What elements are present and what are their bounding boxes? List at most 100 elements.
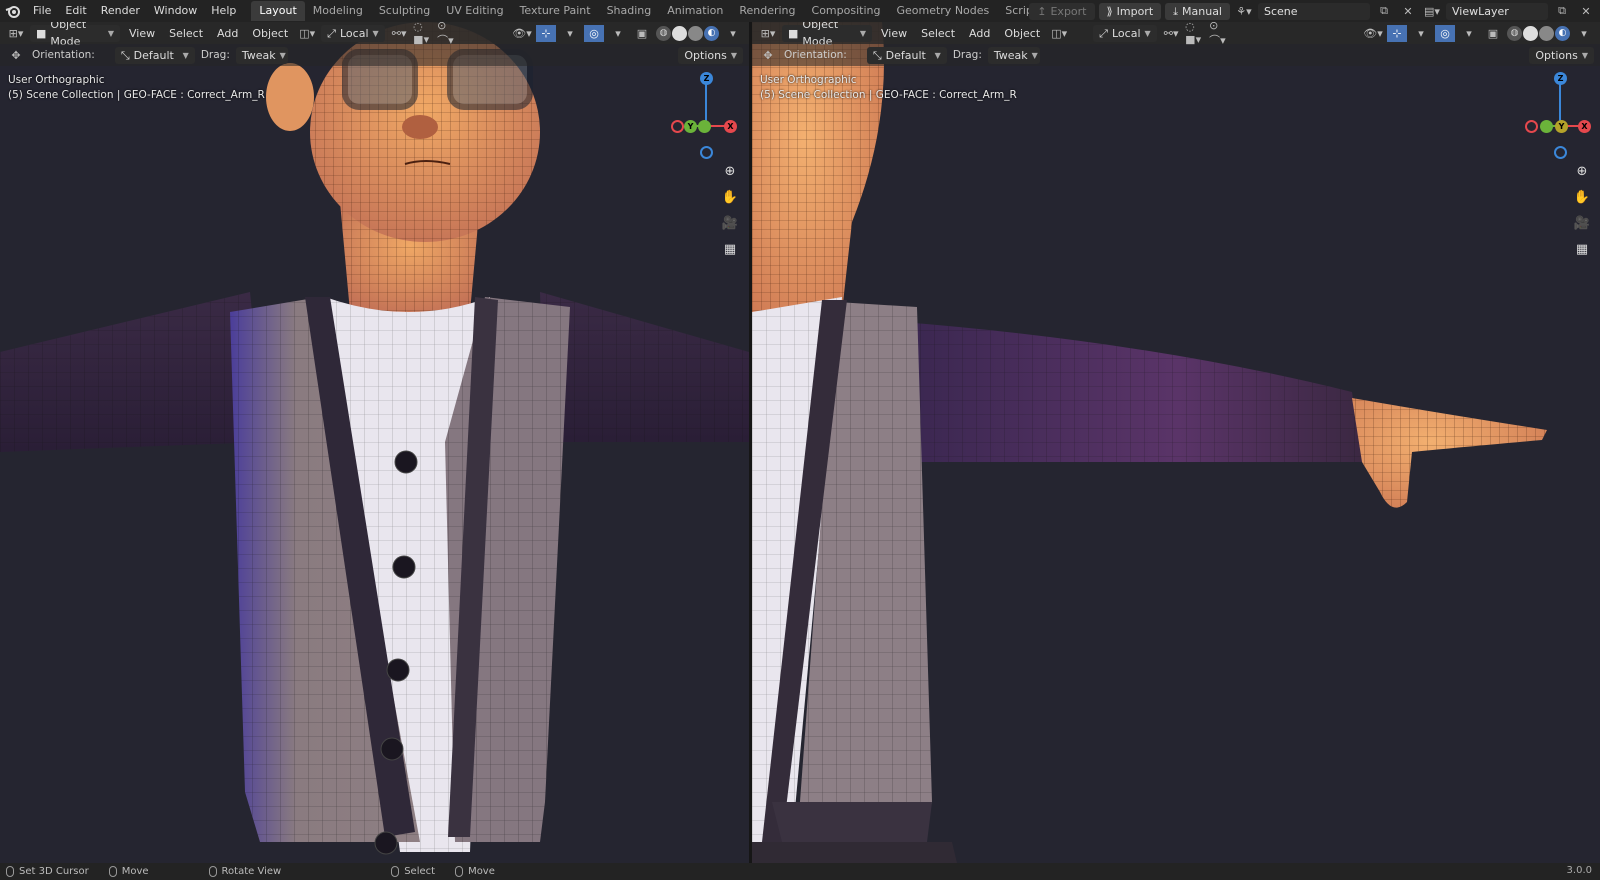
overlay-dropdown-icon[interactable]: ▾ [1459, 25, 1479, 42]
menu-edit[interactable]: Edit [58, 0, 93, 22]
zoom-icon[interactable]: ⊕ [1571, 160, 1593, 182]
axis-z-icon[interactable]: Z [700, 72, 713, 85]
axis-neg-z-icon[interactable] [1554, 146, 1567, 159]
select-menu[interactable]: Select [164, 27, 208, 40]
visibility-icon[interactable]: 👁▾ [512, 25, 532, 42]
proportional-falloff-icon[interactable]: ⊙ ⌒▾ [437, 22, 457, 47]
overlay-dropdown-icon[interactable]: ▾ [608, 25, 628, 42]
options-dropdown[interactable]: Options ▼ [1529, 46, 1594, 64]
tab-sculpting[interactable]: Sculpting [371, 1, 438, 21]
add-menu[interactable]: Add [212, 27, 243, 40]
editor-type-icon[interactable]: ⊞▾ [6, 25, 26, 42]
gizmo-toggle-icon[interactable]: ⊹ [536, 24, 556, 42]
object-menu[interactable]: Object [999, 27, 1045, 40]
navigation-gizmo[interactable]: Z Y X [1525, 70, 1595, 159]
gizmo-dropdown-icon[interactable]: ▾ [560, 25, 580, 42]
tab-rendering[interactable]: Rendering [731, 1, 803, 21]
ortho-grid-icon[interactable]: ▦ [719, 238, 741, 260]
mode-dropdown[interactable]: ■ Object Mode ▼ [30, 22, 120, 48]
tab-layout[interactable]: Layout [251, 1, 305, 21]
add-menu[interactable]: Add [964, 27, 995, 40]
move-tool-icon[interactable]: ✥ [758, 47, 778, 64]
menu-window[interactable]: Window [147, 0, 204, 22]
viewlayer-close-icon[interactable]: ✕ [1576, 3, 1596, 20]
shading-dropdown-icon[interactable]: ▾ [1574, 25, 1594, 42]
import-button[interactable]: ⟫ Import [1098, 2, 1162, 20]
scene-field[interactable]: Scene [1258, 2, 1370, 20]
export-button[interactable]: ↥ Export [1029, 2, 1095, 20]
view-menu[interactable]: View [876, 27, 912, 40]
scene-close-icon[interactable]: ✕ [1398, 3, 1418, 20]
tab-compositing[interactable]: Compositing [804, 1, 889, 21]
material-shading-icon[interactable] [1539, 25, 1554, 41]
wireframe-shading-icon[interactable]: ◍ [656, 25, 671, 41]
orientation-dropdown[interactable]: ⤡ Default ▼ [866, 46, 947, 64]
material-shading-icon[interactable] [688, 25, 703, 41]
transform-orientation-dropdown[interactable]: ⤢ Local ▼ [1093, 24, 1158, 42]
viewlayer-browse-icon[interactable]: ▤▾ [1422, 3, 1442, 20]
select-menu[interactable]: Select [916, 27, 960, 40]
drag-dropdown[interactable]: Tweak ▼ [235, 46, 288, 64]
solid-shading-icon[interactable] [1523, 25, 1538, 41]
tab-uv-editing[interactable]: UV Editing [438, 1, 511, 21]
scene-new-icon[interactable]: ⧉ [1374, 3, 1394, 20]
tab-geometry-nodes[interactable]: Geometry Nodes [888, 1, 997, 21]
gizmo-dropdown-icon[interactable]: ▾ [1411, 25, 1431, 42]
orientation-dropdown[interactable]: ⤡ Default ▼ [114, 46, 195, 64]
transform-orientation-dropdown[interactable]: ⤢ Local ▼ [321, 24, 386, 42]
xray-icon[interactable]: ▣ [632, 25, 652, 42]
proportional-falloff-icon[interactable]: ⊙ ⌒▾ [1209, 22, 1229, 47]
view-menu[interactable]: View [124, 27, 160, 40]
tab-shading[interactable]: Shading [599, 1, 660, 21]
camera-view-icon[interactable]: 🎥 [1571, 212, 1593, 234]
axis-neg-x-icon[interactable] [671, 120, 684, 133]
transform-pivot-icon[interactable]: ◫▾ [1049, 25, 1069, 42]
mode-dropdown[interactable]: ■ Object Mode ▼ [782, 22, 872, 48]
drag-dropdown[interactable]: Tweak ▼ [987, 46, 1040, 64]
proportional-edit-icon[interactable]: ◌ ■▾ [1185, 22, 1205, 46]
axis-z-icon[interactable]: Z [1554, 72, 1567, 85]
camera-view-icon[interactable]: 🎥 [719, 212, 741, 234]
options-dropdown[interactable]: Options ▼ [678, 46, 743, 64]
tab-animation[interactable]: Animation [659, 1, 731, 21]
xray-icon[interactable]: ▣ [1483, 25, 1503, 42]
transform-pivot-icon[interactable]: ◫▾ [297, 25, 317, 42]
tab-texture-paint[interactable]: Texture Paint [512, 1, 599, 21]
viewport-left[interactable]: ⊞▾ ■ Object Mode ▼ View Select Add Object … [0, 22, 749, 863]
shading-dropdown-icon[interactable]: ▾ [723, 25, 743, 42]
editor-type-icon[interactable]: ⊞▾ [758, 25, 778, 42]
visibility-icon[interactable]: 👁▾ [1363, 25, 1383, 42]
axis-y-icon[interactable]: Y [1555, 120, 1568, 133]
snap-icon[interactable]: ⚯▾ [389, 25, 409, 42]
object-menu[interactable]: Object [247, 27, 293, 40]
gizmo-toggle-icon[interactable]: ⊹ [1387, 24, 1407, 42]
overlay-toggle-icon[interactable]: ◎ [584, 24, 604, 42]
pan-hand-icon[interactable]: ✋ [719, 186, 741, 208]
viewlayer-new-icon[interactable]: ⧉ [1552, 3, 1572, 20]
axis-neg-z-icon[interactable] [700, 146, 713, 159]
rendered-shading-icon[interactable]: ◐ [1555, 25, 1570, 41]
axis-neg-x-icon[interactable] [1525, 120, 1538, 133]
axis-y-icon[interactable]: Y [684, 120, 697, 133]
viewport-right[interactable]: ⊞▾ ■ Object Mode ▼ View Select Add Object … [752, 22, 1600, 863]
axis-neg-y-icon[interactable] [1540, 120, 1553, 133]
overlay-toggle-icon[interactable]: ◎ [1435, 24, 1455, 42]
axis-x-icon[interactable]: X [1578, 120, 1591, 133]
zoom-icon[interactable]: ⊕ [719, 160, 741, 182]
solid-shading-icon[interactable] [672, 25, 687, 41]
menu-file[interactable]: File [26, 0, 58, 22]
scene-browse-icon[interactable]: ⚘▾ [1234, 3, 1254, 20]
rendered-shading-icon[interactable]: ◐ [704, 25, 719, 41]
tab-modeling[interactable]: Modeling [305, 1, 371, 21]
move-tool-icon[interactable]: ✥ [6, 47, 26, 64]
axis-x-icon[interactable]: X [724, 120, 737, 133]
wireframe-shading-icon[interactable]: ◍ [1507, 25, 1522, 41]
axis-neg-y-icon[interactable] [698, 120, 711, 133]
manual-button[interactable]: ⤓ Manual [1165, 2, 1230, 20]
menu-render[interactable]: Render [94, 0, 147, 22]
blender-logo-icon[interactable] [0, 0, 26, 22]
viewlayer-field[interactable]: ViewLayer [1446, 2, 1548, 20]
snap-icon[interactable]: ⚯▾ [1161, 25, 1181, 42]
proportional-edit-icon[interactable]: ◌ ■▾ [413, 22, 433, 46]
menu-help[interactable]: Help [204, 0, 243, 22]
